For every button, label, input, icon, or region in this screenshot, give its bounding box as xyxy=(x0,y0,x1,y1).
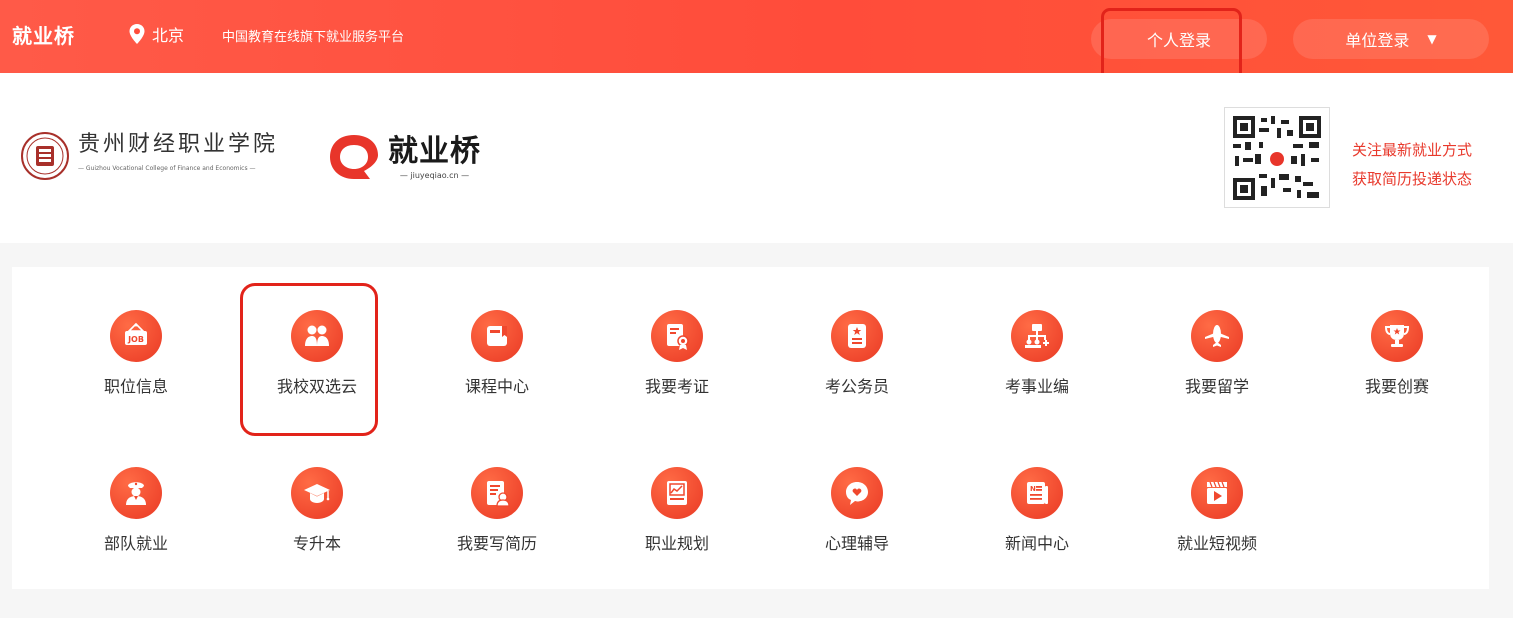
college-logo[interactable]: 贵州财经职业学院 — Guizhou Vocational College of… xyxy=(20,131,278,181)
service-item-job-info[interactable]: JOB 职位信息 xyxy=(76,310,196,414)
org-chart-icon xyxy=(1011,310,1063,362)
service-label: 考事业编 xyxy=(1004,377,1069,396)
people-icon xyxy=(291,310,343,362)
header: 贵州财经职业学院 — Guizhou Vocational College of… xyxy=(0,73,1513,243)
service-item-psychological-counseling[interactable]: 心理辅导 xyxy=(797,467,917,571)
slogan: 中国教育在线旗下就业服务平台 xyxy=(222,30,405,45)
location-selector[interactable]: 北京 xyxy=(128,22,184,46)
caret-down-icon: ▼ xyxy=(1427,32,1437,46)
unit-login-button[interactable]: 单位登录 ▼ xyxy=(1293,19,1489,59)
service-item-news-center[interactable]: N 新闻中心 xyxy=(977,467,1097,571)
personal-login-button[interactable]: 个人登录 xyxy=(1091,19,1267,59)
service-label: 课程中心 xyxy=(464,377,529,396)
service-label: 考公务员 xyxy=(824,377,889,396)
service-label: 新闻中心 xyxy=(1004,534,1069,553)
service-label: 我校双选云 xyxy=(276,377,357,396)
service-item-career-planning[interactable]: 职业规划 xyxy=(617,467,737,571)
location-label: 北京 xyxy=(152,26,185,45)
service-item-competition[interactable]: 我要创赛 xyxy=(1337,310,1457,414)
certificate-icon xyxy=(651,310,703,362)
service-label: 我要写简历 xyxy=(456,534,537,553)
top-bar: 就业桥 北京 中国教育在线旗下就业服务平台 个人登录 单位登录 ▼ xyxy=(0,0,1513,73)
heart-chat-icon xyxy=(831,467,883,519)
qr-code-icon xyxy=(1231,114,1323,202)
jiuyeqiao-logo[interactable]: 就业桥 — jiuyeqiao.cn — xyxy=(326,131,481,183)
jiuyeqiao-logo-icon xyxy=(330,135,378,179)
services-panel: JOB 职位信息 我校双选云 课程中心 我要考证 考公务员 考事业编 我要留学 … xyxy=(12,267,1489,589)
service-label: 我要创赛 xyxy=(1364,377,1429,396)
college-name-cn: 贵州财经职业学院 xyxy=(78,132,279,157)
brand-name[interactable]: 就业桥 xyxy=(12,20,75,49)
college-name-en: — Guizhou Vocational College of Finance … xyxy=(78,165,256,172)
job-board-icon: JOB xyxy=(110,310,162,362)
college-seal-icon xyxy=(21,132,69,180)
qr-caption: 关注最新就业方式 获取简历投递状态 xyxy=(1352,136,1472,194)
service-label: 部队就业 xyxy=(103,534,168,553)
service-item-civil-service-exam[interactable]: 考公务员 xyxy=(797,310,917,414)
service-label: 我要考证 xyxy=(644,377,709,396)
service-label: 心理辅导 xyxy=(824,534,889,553)
svg-text:N: N xyxy=(1030,485,1036,493)
service-item-write-resume[interactable]: 我要写简历 xyxy=(437,467,557,571)
service-item-course-center[interactable]: 课程中心 xyxy=(437,310,557,414)
service-item-short-video[interactable]: 就业短视频 xyxy=(1157,467,1277,571)
airplane-icon xyxy=(1191,310,1243,362)
service-label: 职位信息 xyxy=(103,377,168,396)
chart-board-icon xyxy=(651,467,703,519)
qr-caption-line1: 关注最新就业方式 xyxy=(1352,141,1473,159)
video-icon xyxy=(1191,467,1243,519)
service-label: 职业规划 xyxy=(644,534,709,553)
service-item-get-certificate[interactable]: 我要考证 xyxy=(617,310,737,414)
service-item-military-employment[interactable]: 部队就业 xyxy=(76,467,196,571)
unit-login-label: 单位登录 xyxy=(1345,31,1410,50)
service-item-study-abroad[interactable]: 我要留学 xyxy=(1157,310,1277,414)
service-label: 就业短视频 xyxy=(1176,534,1257,553)
soldier-icon xyxy=(110,467,162,519)
service-label: 我要留学 xyxy=(1184,377,1249,396)
service-label: 专升本 xyxy=(292,534,341,553)
location-pin-icon xyxy=(129,24,145,44)
graduation-cap-icon xyxy=(291,467,343,519)
qr-code[interactable] xyxy=(1224,107,1330,208)
qr-caption-line2: 获取简历投递状态 xyxy=(1352,170,1473,188)
jiuyeqiao-domain: — jiuyeqiao.cn — xyxy=(399,170,470,180)
service-item-school-recruitment-cloud[interactable]: 我校双选云 xyxy=(257,310,377,414)
jiuyeqiao-name-cn: 就业桥 xyxy=(388,133,481,169)
trophy-icon xyxy=(1371,310,1423,362)
svg-text:JOB: JOB xyxy=(127,335,144,344)
service-item-public-institution-exam[interactable]: 考事业编 xyxy=(977,310,1097,414)
resume-icon xyxy=(471,467,523,519)
newspaper-icon: N xyxy=(1011,467,1063,519)
document-star-icon xyxy=(831,310,883,362)
book-icon xyxy=(471,310,523,362)
service-item-college-upgrade[interactable]: 专升本 xyxy=(257,467,377,571)
